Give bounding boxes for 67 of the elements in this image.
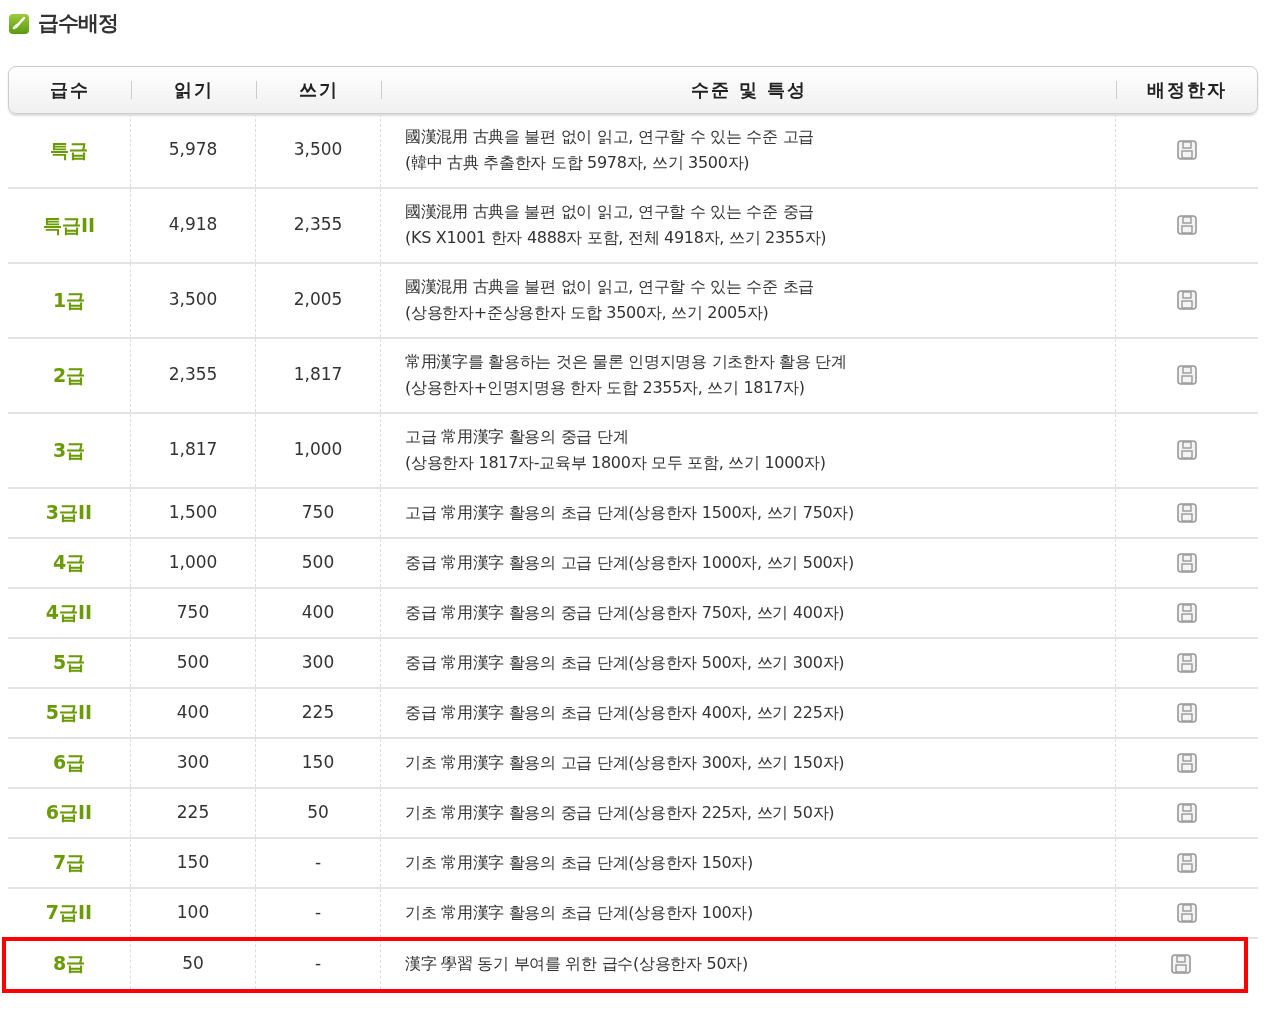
description-text: 중급 常用漢字 활용의 중급 단계(상용한자 750자, 쓰기 400자) [405,601,845,624]
column-header: 수준 및 특성 [381,80,1116,99]
table-cell-text: 3,500 [293,138,343,162]
grade-cell-text: 특급II [42,212,96,238]
table-cell-text: 50 [182,951,204,975]
description-text: 고급 常用漢字 활용의 초급 단계(상용한자 1500자, 쓰기 750자) [405,501,855,524]
table-cell-text: - [314,951,322,975]
table-cell-text: 1,500 [168,500,218,524]
column-header: 급수 [49,80,91,99]
description-text: 중급 常用漢字 활용의 초급 단계(상용한자 500자, 쓰기 300자) [405,651,845,674]
description-text: 國漢混用 古典을 불편 없이 읽고, 연구할 수 있는 수준 초급 (상용한자+준상용한자 도합 3500자, 쓰기 2005자) [405,276,814,324]
table-cell-text: 4,918 [168,213,218,237]
grade-cell-text: 5급 [52,650,86,676]
table-cell-text: 2,005 [293,288,343,312]
table-cell-text: 1,817 [293,363,343,387]
grade-cell-text: 4급 [52,550,86,576]
grade-cell-text: 8급 [52,951,86,977]
description-text: 國漢混用 古典을 불편 없이 읽고, 연구할 수 있는 수준 중급 (KS X1001 한자 4888자 포함, 전체 4918자, 쓰기 2355자) [405,201,827,249]
table-cell-text: 50 [307,800,329,824]
column-header: 배정한자 [1116,80,1257,99]
table-cell-text: 400 [301,600,335,624]
section-title: 급수배정 [38,10,118,37]
table-cell-text: 400 [176,700,210,724]
grade-cell-text: 6급 [52,750,86,776]
grade-cell-text: 6급II [45,800,93,826]
table-cell-text: 225 [176,800,210,824]
column-header: 쓰기 [256,80,381,99]
description-text: 漢字 學習 동기 부여를 위한 급수(상용한자 50자) [405,952,748,975]
table-cell-text: - [314,850,322,874]
description-text: 常用漢字를 활용하는 것은 물론 인명지명용 기초한자 활용 단계 (상용한자+인명지명용 한자 도합 2355자, 쓰기 1817자) [405,351,847,399]
description-text: 고급 常用漢字 활용의 중급 단계 (상용한자 1817자-교육부 1800자 모두 포함, 쓰기 1000자) [405,426,826,474]
table-cell-text: 500 [301,550,335,574]
grade-cell-text: 특급 [50,137,88,163]
description-text: 기초 常用漢字 활용의 초급 단계(상용한자 100자) [405,901,754,924]
table-cell-text: 1,000 [293,438,343,462]
table-cell-text: 300 [301,650,335,674]
table-cell-text: 3,500 [168,288,218,312]
table-cell-text: 1,817 [168,438,218,462]
table-cell-text: 225 [301,700,335,724]
table-cell-text: 750 [176,600,210,624]
grade-cell-text: 5급II [45,700,93,726]
grade-cell-text: 7급 [52,850,86,876]
description-text: 중급 常用漢字 활용의 초급 단계(상용한자 400자, 쓰기 225자) [405,701,845,724]
grade-cell-text: 1급 [52,287,86,313]
table-cell-text: 750 [301,500,335,524]
check-icon [8,12,30,35]
grade-cell-text: 4급II [45,600,93,626]
table-cell-text: 2,355 [168,363,218,387]
table-cell-text: 150 [301,750,335,774]
grade-cell-text: 3급 [52,437,86,463]
grade-cell-text: 3급II [45,500,93,526]
description-text: 기초 常用漢字 활용의 초급 단계(상용한자 150자) [405,851,754,874]
grade-cell-text: 2급 [52,362,86,388]
table-cell-text: 100 [176,900,210,924]
table-cell-text: 2,355 [293,213,343,237]
grade-cell-text: 7급II [45,900,93,926]
description-text: 기초 常用漢字 활용의 고급 단계(상용한자 300자, 쓰기 150자) [405,751,845,774]
table-cell-text: 150 [176,850,210,874]
table-cell-text: - [314,900,322,924]
description-text: 기초 常用漢字 활용의 중급 단계(상용한자 225자, 쓰기 50자) [405,801,835,824]
description-text: 國漢混用 古典을 불편 없이 읽고, 연구할 수 있는 수준 고급 (韓中 古典 추출한자 도합 5978자, 쓰기 3500자) [405,126,814,174]
description-text: 중급 常用漢字 활용의 고급 단계(상용한자 1000자, 쓰기 500자) [405,551,855,574]
table-cell-text: 5,978 [168,138,218,162]
table-cell-text: 500 [176,650,210,674]
column-header: 읽기 [131,80,256,99]
table-cell-text: 300 [176,750,210,774]
table-cell-text: 1,000 [168,550,218,574]
